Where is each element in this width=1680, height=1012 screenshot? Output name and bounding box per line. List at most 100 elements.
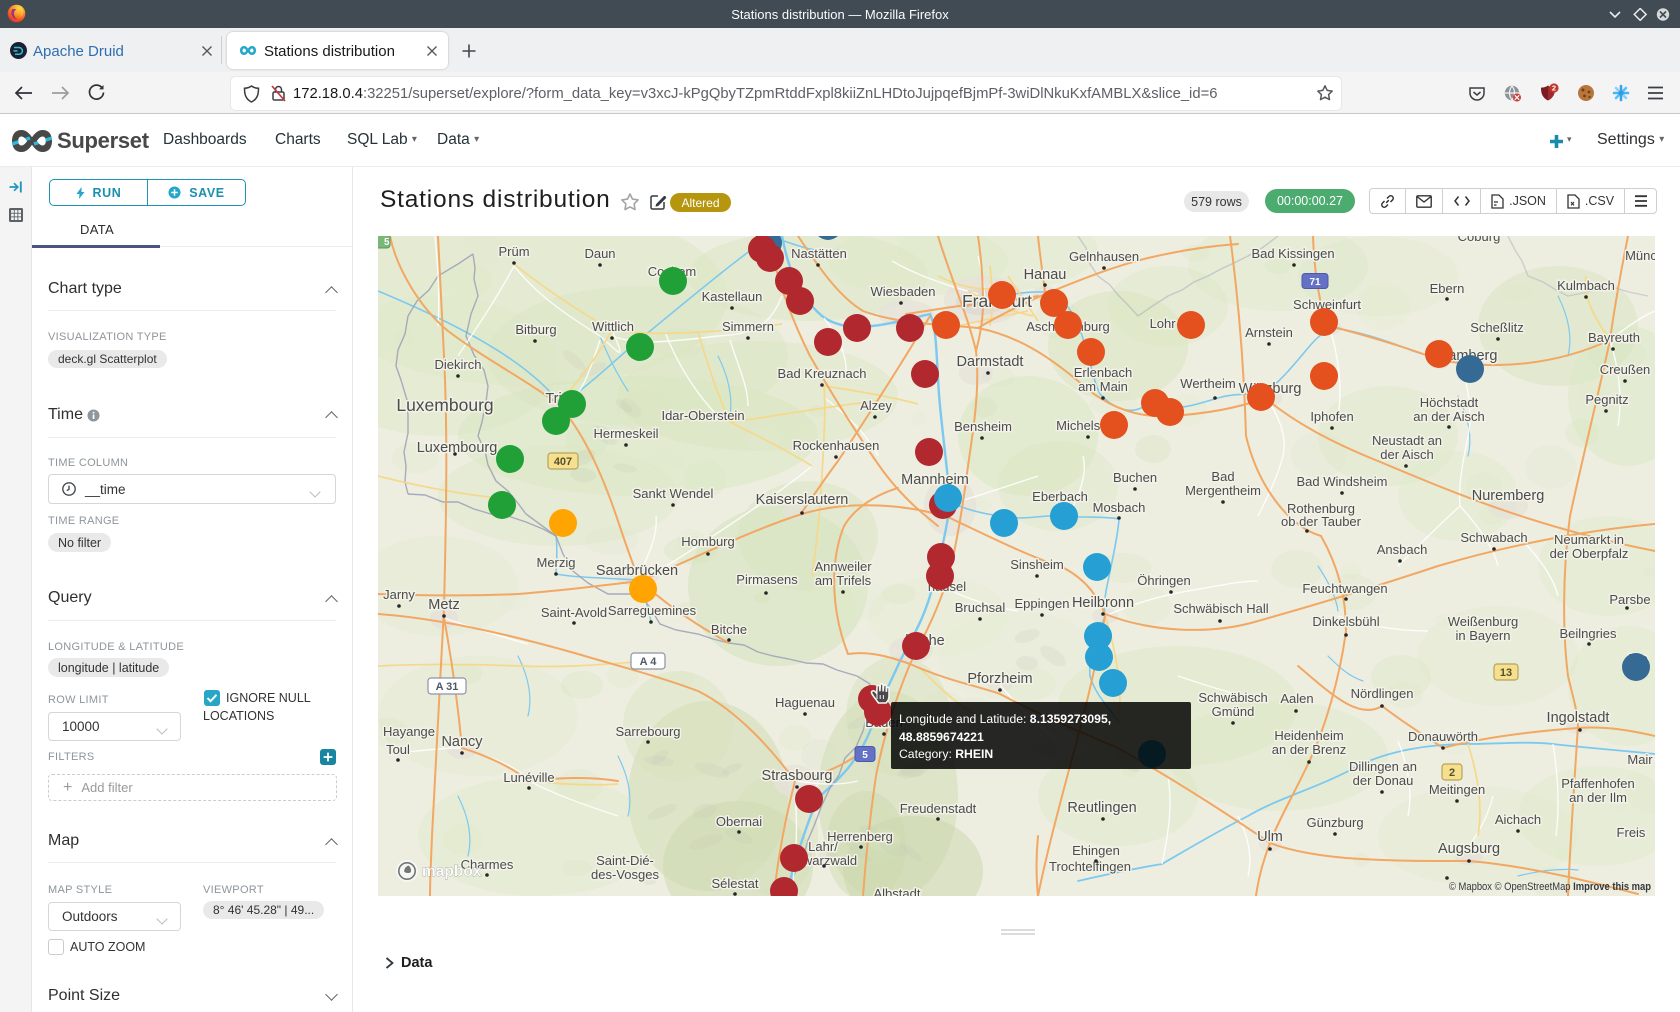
svg-text:13: 13 [1500, 667, 1512, 679]
svg-text:Arnstein: Arnstein [1245, 325, 1293, 340]
svg-text:an der Ilm: an der Ilm [1569, 790, 1627, 805]
svg-text:Sarrebourg: Sarrebourg [615, 724, 680, 739]
svg-text:Darmstadt: Darmstadt [957, 354, 1024, 370]
svg-text:Bitburg: Bitburg [515, 322, 556, 337]
svg-text:Toul: Toul [386, 742, 410, 757]
svg-text:Öhringen: Öhringen [1137, 573, 1190, 588]
svg-text:Beilngries: Beilngries [1559, 626, 1617, 641]
svg-text:Donauwörth: Donauwörth [1408, 729, 1478, 744]
svg-text:Homburg: Homburg [681, 534, 734, 549]
svg-text:Strasbourg: Strasbourg [762, 768, 833, 784]
svg-text:Saint-Dié-: Saint-Dié- [596, 853, 654, 868]
svg-text:Schwäbisch: Schwäbisch [1198, 690, 1267, 705]
svg-text:Mannheim: Mannheim [901, 472, 969, 488]
svg-text:Bad Kissingen: Bad Kissingen [1251, 246, 1334, 261]
svg-text:Reutlingen: Reutlingen [1067, 800, 1136, 816]
svg-text:Creußen: Creußen [1600, 362, 1651, 377]
svg-text:Merzig: Merzig [536, 555, 575, 570]
svg-text:Bruchsal: Bruchsal [955, 600, 1006, 615]
svg-text:Luxembourg: Luxembourg [417, 440, 498, 456]
svg-text:Ebern: Ebern [1430, 281, 1465, 296]
svg-text:Lunéville: Lunéville [503, 770, 554, 785]
svg-text:Weißenburg: Weißenburg [1448, 614, 1519, 629]
svg-text:Nördlingen: Nördlingen [1351, 686, 1414, 701]
svg-text:Coburg: Coburg [1458, 236, 1501, 244]
svg-text:Bensheim: Bensheim [954, 419, 1012, 434]
svg-text:Saint-Avold: Saint-Avold [541, 605, 607, 620]
svg-text:Ulm: Ulm [1257, 829, 1283, 845]
svg-text:Pirmasens: Pirmasens [736, 572, 798, 587]
svg-text:Luxembourg: Luxembourg [396, 395, 493, 415]
svg-text:Mosbach: Mosbach [1093, 500, 1146, 515]
svg-text:Wiesbaden: Wiesbaden [870, 284, 935, 299]
svg-text:Nancy: Nancy [441, 734, 483, 750]
svg-text:warzwald: warzwald [802, 853, 857, 868]
svg-text:mapbox: mapbox [422, 863, 482, 880]
svg-text:Longitude and Latitude: 8.1359: Longitude and Latitude: 8.1359273095, [899, 712, 1111, 726]
svg-text:Category: RHEIN: Category: RHEIN [899, 747, 993, 761]
svg-text:Nuremberg: Nuremberg [1472, 488, 1545, 504]
svg-text:2: 2 [1449, 767, 1455, 779]
svg-text:der Donau: der Donau [1353, 773, 1414, 788]
svg-text:Mair: Mair [1627, 752, 1653, 767]
svg-text:Bad: Bad [1211, 469, 1234, 484]
svg-text:Augsburg: Augsburg [1438, 841, 1500, 857]
svg-text:Sarreguemines: Sarreguemines [608, 603, 697, 618]
svg-text:Schwabach: Schwabach [1460, 530, 1527, 545]
svg-text:am Trifels: am Trifels [815, 573, 872, 588]
svg-text:an der Aisch: an der Aisch [1413, 409, 1485, 424]
svg-text:Ingolstadt: Ingolstadt [1547, 710, 1610, 726]
svg-text:Hermeskeil: Hermeskeil [593, 426, 658, 441]
svg-text:Bayreuth: Bayreuth [1588, 330, 1640, 345]
svg-text:2: 2 [1552, 84, 1556, 93]
svg-text:5: 5 [862, 750, 868, 761]
svg-text:Meitingen: Meitingen [1429, 782, 1485, 797]
svg-text:Metz: Metz [428, 597, 459, 613]
svg-text:Aalen: Aalen [1280, 691, 1313, 706]
svg-text:A 31: A 31 [436, 681, 459, 693]
svg-text:Aichach: Aichach [1495, 812, 1541, 827]
svg-text:Günzburg: Günzburg [1306, 815, 1363, 830]
svg-text:Gelnhausen: Gelnhausen [1069, 249, 1139, 264]
svg-text:Sinsheim: Sinsheim [1010, 557, 1063, 572]
svg-text:Gmünd: Gmünd [1212, 704, 1255, 719]
svg-text:der Oberpfalz: der Oberpfalz [1550, 546, 1629, 561]
svg-text:Parsbe: Parsbe [1609, 592, 1650, 607]
svg-text:Nastätten: Nastätten [791, 246, 847, 261]
svg-text:Buchen: Buchen [1113, 470, 1157, 485]
svg-text:Sankt Wendel: Sankt Wendel [633, 486, 714, 501]
svg-text:Iphofen: Iphofen [1310, 409, 1353, 424]
svg-text:407: 407 [554, 456, 572, 468]
svg-text:Wertheim: Wertheim [1180, 376, 1235, 391]
svg-text:Schwäbisch Hall: Schwäbisch Hall [1173, 601, 1268, 616]
svg-text:© Mapbox © OpenStreetMap Impro: © Mapbox © OpenStreetMap Improve this ma… [1449, 881, 1651, 893]
svg-text:Ansbach: Ansbach [1377, 542, 1428, 557]
svg-text:am Main: am Main [1078, 379, 1128, 394]
svg-text:Kaiserslautern: Kaiserslautern [756, 492, 849, 508]
svg-text:Neumarkt in: Neumarkt in [1554, 532, 1624, 547]
svg-text:Scheßlitz: Scheßlitz [1470, 320, 1523, 335]
svg-text:Prüm: Prüm [498, 244, 529, 259]
svg-text:71: 71 [1309, 277, 1321, 288]
svg-text:Erlenbach: Erlenbach [1074, 365, 1133, 380]
svg-text:A 4: A 4 [640, 656, 658, 668]
svg-text:Bad Windsheim: Bad Windsheim [1296, 474, 1387, 489]
svg-text:Höchstadt: Höchstadt [1420, 395, 1479, 410]
svg-text:Eberbach: Eberbach [1032, 489, 1088, 504]
svg-text:Obernai: Obernai [716, 814, 762, 829]
svg-text:Freis: Freis [1617, 825, 1646, 840]
svg-text:Wittlich: Wittlich [592, 319, 634, 334]
svg-text:Dinkelsbühl: Dinkelsbühl [1312, 614, 1379, 629]
svg-text:Jarny: Jarny [383, 587, 415, 602]
svg-text:Daun: Daun [584, 246, 615, 261]
svg-text:48.8859674221: 48.8859674221 [899, 730, 984, 744]
svg-text:Idar-Oberstein: Idar-Oberstein [661, 408, 744, 423]
svg-text:Feuchtwangen: Feuchtwangen [1302, 581, 1387, 596]
svg-text:Haguenau: Haguenau [775, 695, 835, 710]
svg-text:Albstadt: Albstadt [874, 886, 921, 896]
svg-text:Bad Kreuznach: Bad Kreuznach [778, 366, 867, 381]
svg-text:Alzey: Alzey [860, 398, 892, 413]
svg-text:Mergentheim: Mergentheim [1185, 483, 1261, 498]
svg-text:Münc: Münc [1625, 248, 1655, 263]
svg-text:an der Brenz: an der Brenz [1272, 742, 1346, 757]
